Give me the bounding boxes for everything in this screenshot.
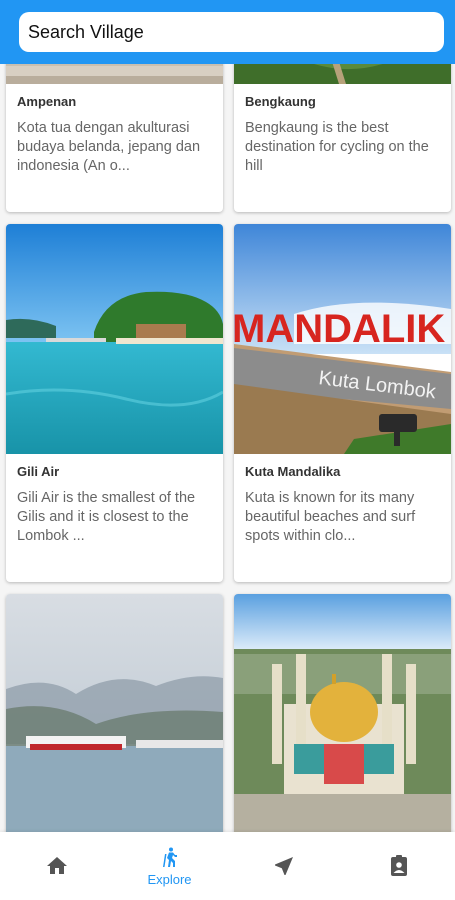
card-title: Ampenan [17, 94, 77, 109]
card-description: Gili Air is the smallest of the Gilis an… [17, 490, 196, 544]
app-bar: Search Village [0, 0, 455, 64]
nav-home[interactable] [0, 832, 113, 900]
mandalika-sign-text: MANDALIK [234, 307, 445, 351]
village-card-harbor[interactable] [6, 594, 223, 832]
nav-navigate[interactable] [227, 832, 340, 900]
card-title: Bengkaung [245, 94, 316, 109]
bottom-navigation: Explore [0, 832, 455, 900]
village-image [234, 594, 451, 832]
nav-explore[interactable]: Explore [113, 832, 226, 900]
card-title: Gili Air [17, 464, 60, 479]
village-image [6, 594, 223, 832]
card-description: Kota tua dengan akulturasi budaya beland… [17, 120, 201, 174]
card-description: Kuta is known for its many beautiful bea… [245, 490, 416, 544]
village-card-kuta-mandalika[interactable]: MANDALIK Kuta Lombok Kuta Mandalika Kuta… [234, 224, 451, 582]
home-icon [46, 857, 67, 874]
village-card-gili-air[interactable]: Gili Air Gili Air is the smallest of the… [6, 224, 223, 582]
card-title: Kuta Mandalika [245, 464, 341, 479]
nav-profile[interactable] [342, 832, 455, 900]
mosque-image-icon [234, 594, 451, 832]
hiking-icon [162, 847, 177, 867]
village-image: MANDALIK Kuta Lombok [234, 224, 451, 454]
village-card-mosque[interactable] [234, 594, 451, 832]
navigation-icon [274, 857, 293, 875]
kuta-mandalika-image-icon: MANDALIK Kuta Lombok [234, 224, 451, 454]
village-card-ampenan[interactable]: Ampenan Kota tua dengan akulturasi buday… [6, 52, 223, 212]
search-input[interactable]: Search Village [19, 12, 444, 52]
contact-icon [390, 855, 407, 876]
nav-explore-label: Explore [147, 871, 192, 887]
village-image [6, 224, 223, 454]
village-card-bengkaung[interactable]: Bengkaung Bengkaung is the best destinat… [234, 52, 451, 212]
card-description: Bengkaung is the best destination for cy… [245, 120, 429, 174]
harbor-image-icon [6, 594, 223, 832]
gili-air-image-icon [6, 224, 223, 454]
village-grid: Ampenan Kota tua dengan akulturasi buday… [0, 0, 455, 832]
